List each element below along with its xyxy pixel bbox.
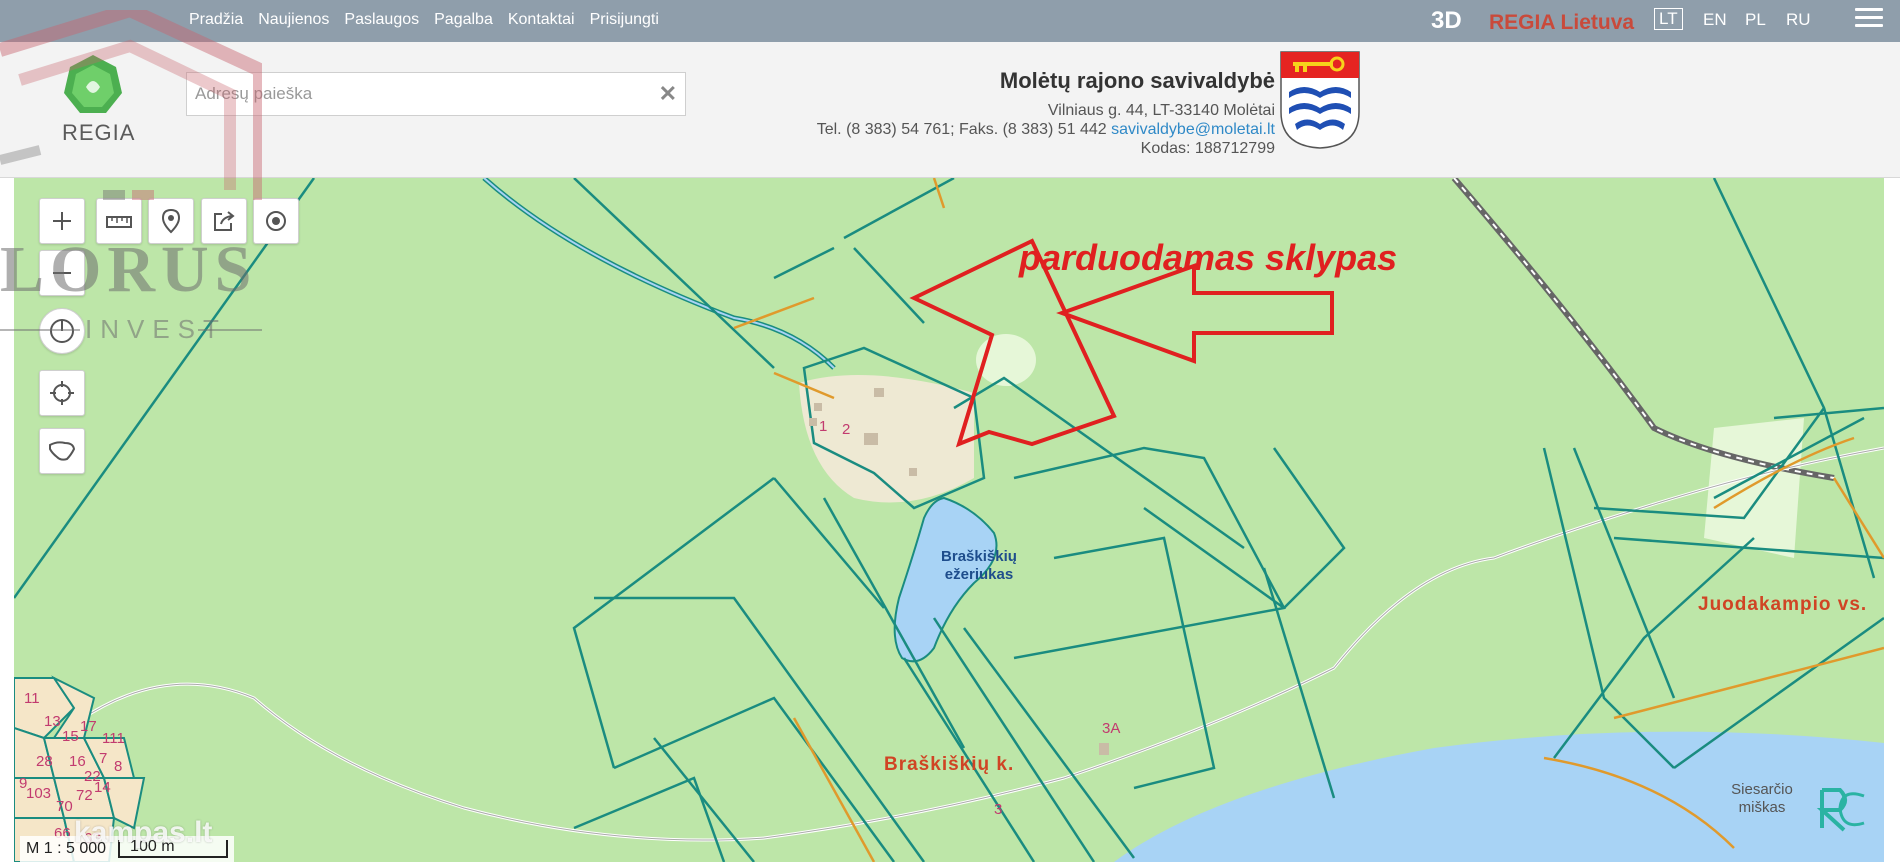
pin-icon (161, 208, 181, 234)
light-field (1704, 418, 1804, 558)
lithuania-outline-icon (49, 441, 76, 461)
search-input[interactable] (195, 73, 645, 115)
lorus-watermark-icon (0, 10, 262, 200)
lake-label-line2: ežeriukas (945, 566, 1013, 583)
brand-title: REGIA Lietuva (1489, 11, 1635, 34)
hamburger-icon[interactable] (1855, 8, 1883, 32)
lot-number: 111 (102, 730, 125, 747)
sale-annotation: parduodamas sklypas (1018, 237, 1397, 278)
nav-item-kontaktai[interactable]: Kontaktai (508, 11, 575, 29)
municipality-address: Vilniaus g. 44, LT-33140 Molėtai (1047, 102, 1275, 119)
juodakampio-label: Juodakampio vs. (1698, 594, 1867, 615)
lot-label-1: 1 (819, 418, 827, 435)
locate-button[interactable] (253, 198, 299, 244)
gps-button[interactable] (39, 370, 85, 416)
nav-item-naujienos[interactable]: Naujienos (258, 11, 329, 29)
municipality-crest-icon (1280, 51, 1360, 149)
lot-number: 8 (114, 758, 122, 775)
compass-icon (50, 319, 74, 343)
lot-label-2: 2 (842, 421, 850, 438)
watermark-line-left (0, 329, 80, 331)
forest-label-line1: Siesarčio (1731, 781, 1793, 798)
watermark-line-right (198, 329, 262, 331)
lorus-watermark: LORUS (0, 233, 258, 306)
lot-number: 7 (99, 750, 107, 767)
lot-number: 13 (44, 713, 61, 730)
municipality-code: Kodas: 188712799 (1140, 140, 1275, 157)
lot-number: 17 (80, 718, 97, 735)
language-pl[interactable]: PL (1745, 10, 1766, 30)
close-icon[interactable]: ✕ (659, 81, 677, 107)
language-lt[interactable]: LT (1654, 8, 1683, 30)
page-header: REGIA ✕ Molėtų rajono savivaldybė Vilnia… (0, 42, 1900, 178)
lot-number: 72 (76, 787, 93, 804)
nav-item-pagalba[interactable]: Pagalba (434, 11, 493, 29)
language-en[interactable]: EN (1703, 10, 1727, 30)
target-icon (266, 211, 286, 231)
nav-item-paslaugos[interactable]: Paslaugos (344, 11, 419, 29)
forest-label-line2: miškas (1739, 799, 1786, 816)
lot-number: 28 (36, 753, 53, 770)
3d-mode-button[interactable]: 3D (1431, 7, 1462, 35)
top-navigation-bar: Pradžia Naujienos Paslaugos Pagalba Kont… (0, 0, 1900, 42)
lot-number: 14 (94, 779, 111, 796)
municipality-email-link[interactable]: savivaldybe@moletai.lt (1111, 121, 1275, 138)
ruler-icon (106, 216, 132, 228)
map-canvas: 11 13 15 17 111 28 16 7 8 22 9 103 70 72… (14, 178, 1884, 862)
nav-item-prisijungti[interactable]: Prisijungti (590, 11, 659, 29)
lot-number: 70 (56, 798, 73, 815)
rotate-button[interactable] (39, 308, 85, 354)
municipality-name: Molėtų rajono savivaldybė (999, 68, 1275, 93)
lot-number: 11 (24, 690, 40, 707)
arrow-annotation (1056, 263, 1334, 364)
lot-number: 103 (26, 785, 51, 802)
crosshair-icon (50, 381, 74, 405)
municipality-tel-fax: Tel. (8 383) 54 761; Faks. (8 383) 51 44… (816, 121, 1107, 138)
plus-icon (53, 212, 71, 230)
lake-label-line1: Braškiškių (941, 548, 1017, 565)
municipality-contacts: Tel. (8 383) 54 761; Faks. (8 383) 51 44… (817, 121, 1275, 139)
cadastral-map[interactable]: 11 13 15 17 111 28 16 7 8 22 9 103 70 72… (14, 178, 1884, 862)
share-icon (214, 211, 235, 231)
language-ru[interactable]: RU (1786, 10, 1811, 30)
village-label: Braškiškių k. (884, 754, 1014, 775)
lot-label-3a: 3A (1102, 720, 1120, 737)
lithuania-view-button[interactable] (39, 428, 85, 474)
kampas-watermark: kampas.lt (74, 816, 213, 849)
lot-label-3: 3 (994, 801, 1002, 818)
lot-number: 15 (62, 728, 79, 745)
